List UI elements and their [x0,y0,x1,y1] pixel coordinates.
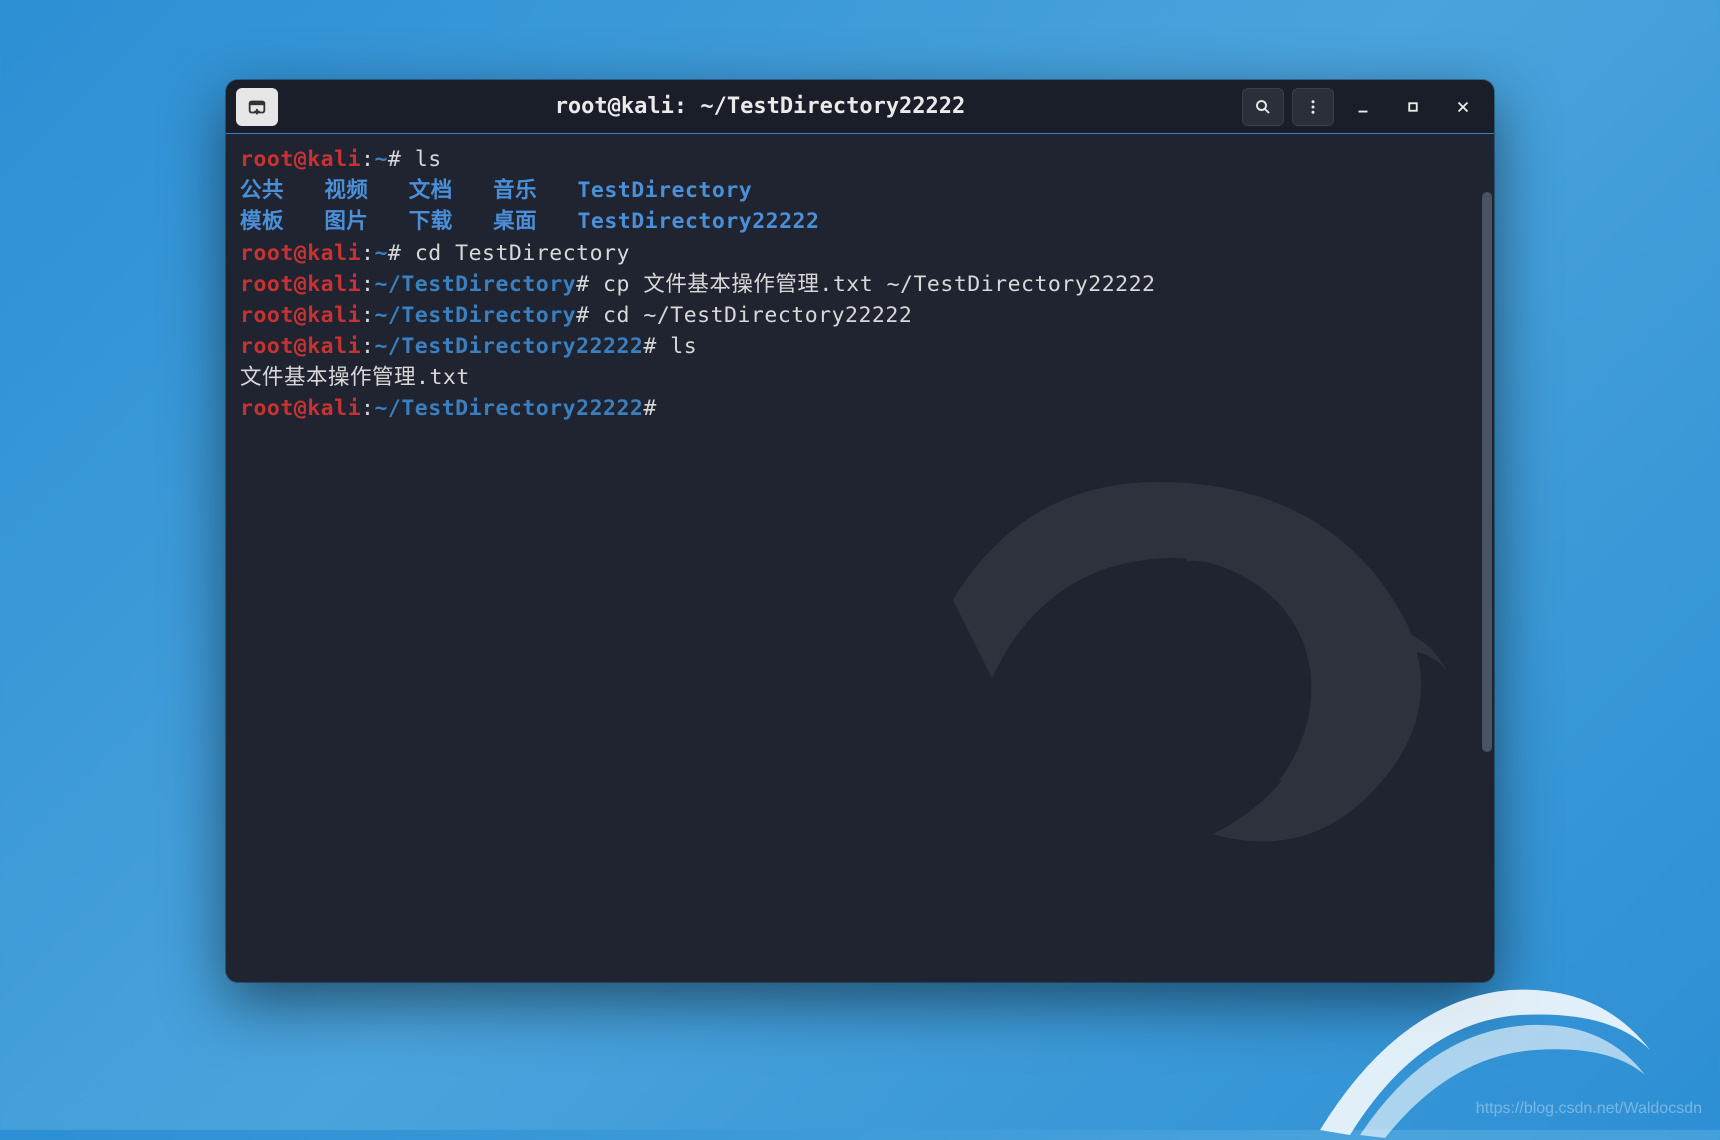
prompt-line-4: root@kali:~/TestDirectory# cd ~/TestDire… [240,300,1480,331]
prompt-host: kali [307,147,361,172]
minimize-icon [1354,98,1372,116]
command-text: cp 文件基本操作管理.txt ~/TestDirectory22222 [603,272,1155,297]
maximize-button[interactable] [1392,88,1434,126]
ls-output-2: 文件基本操作管理.txt [240,362,1480,393]
terminal-window: root@kali: ~/TestDirectory22222 [226,80,1494,982]
desktop: root@kali: ~/TestDirectory22222 [0,0,1720,1130]
titlebar-left [236,88,278,126]
dir-item: 图片 [324,209,368,234]
prompt-path: ~ [374,147,387,172]
new-tab-icon [246,96,268,118]
ls-output-row-2: 模板 图片 下载 桌面 TestDirectory22222 [240,206,1480,237]
prompt-symbol: # [388,147,401,172]
kebab-menu-icon [1304,98,1322,116]
prompt-sep: : [361,147,374,172]
titlebar-right [1242,88,1484,126]
titlebar[interactable]: root@kali: ~/TestDirectory22222 [226,80,1494,134]
search-icon [1254,98,1272,116]
window-title: root@kali: ~/TestDirectory22222 [286,94,1234,119]
new-tab-button[interactable] [236,88,278,126]
scrollbar[interactable] [1482,192,1492,752]
dir-item: 文档 [409,178,453,203]
minimize-button[interactable] [1342,88,1384,126]
prompt-line-1: root@kali:~# ls [240,144,1480,175]
dir-item: 公共 [240,178,284,203]
dir-item: 模板 [240,209,284,234]
prompt-line-6: root@kali:~/TestDirectory22222# [240,393,1480,424]
prompt-line-5: root@kali:~/TestDirectory22222# ls [240,331,1480,362]
dir-item: TestDirectory [577,178,752,203]
file-item: 文件基本操作管理.txt [240,365,470,390]
menu-button[interactable] [1292,88,1334,126]
command-text: ls [670,334,697,359]
prompt-line-2: root@kali:~# cd TestDirectory [240,238,1480,269]
dir-item: 视频 [324,178,368,203]
prompt-line-3: root@kali:~/TestDirectory# cp 文件基本操作管理.t… [240,269,1480,300]
dir-item: TestDirectory22222 [577,209,819,234]
search-button[interactable] [1242,88,1284,126]
command-text: ls [415,147,442,172]
dir-item: 音乐 [493,178,537,203]
maximize-icon [1404,98,1422,116]
prompt-at: @ [294,147,307,172]
dir-item: 桌面 [493,209,537,234]
prompt-user: root [240,147,294,172]
ls-output-row-1: 公共 视频 文档 音乐 TestDirectory [240,175,1480,206]
close-icon [1454,98,1472,116]
watermark-text: https://blog.csdn.net/Waldocsdn [1476,1100,1702,1118]
dir-item: 下载 [409,209,453,234]
command-text: cd ~/TestDirectory22222 [603,303,912,328]
close-button[interactable] [1442,88,1484,126]
terminal-body[interactable]: root@kali:~# ls 公共 视频 文档 音乐 TestDirector… [226,134,1494,982]
command-text: cd TestDirectory [415,241,630,266]
